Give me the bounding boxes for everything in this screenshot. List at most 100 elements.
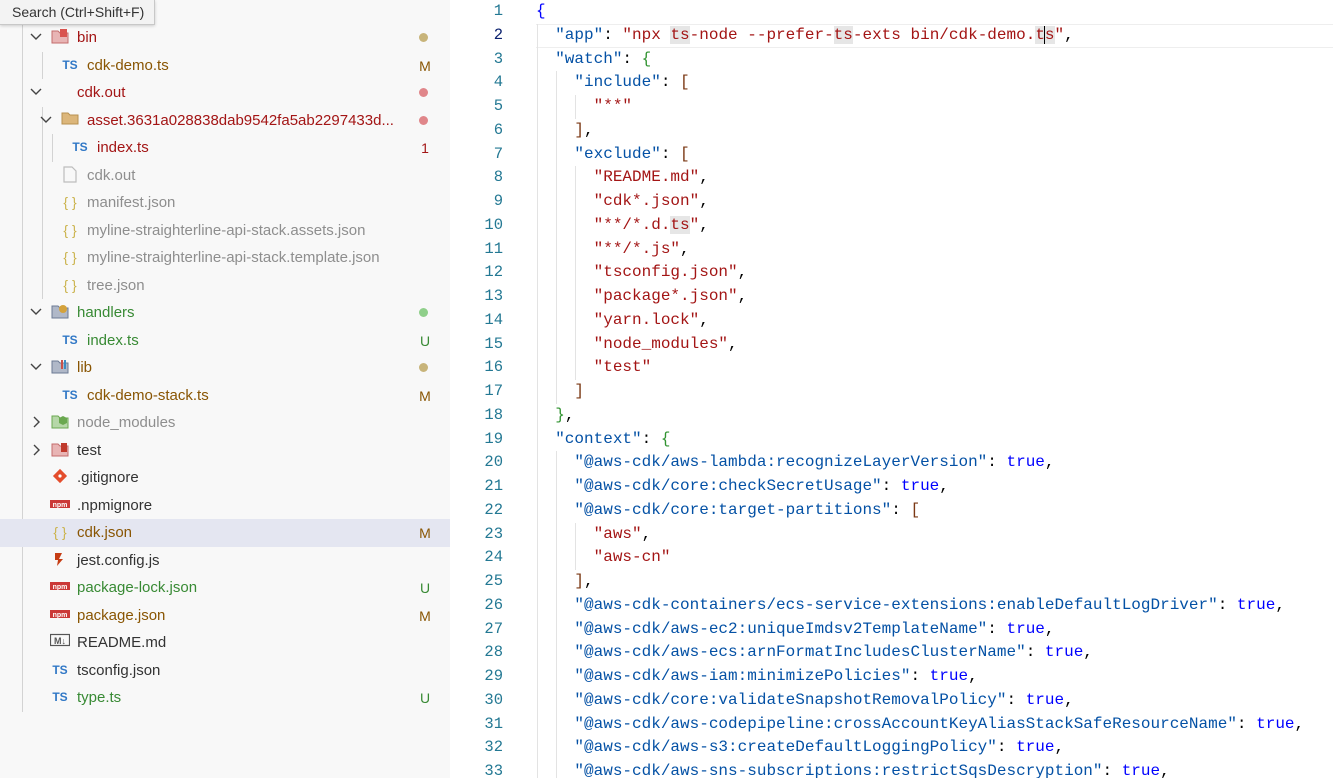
code-line[interactable]: "**/*.js",: [536, 238, 1333, 262]
code-line[interactable]: "@aws-cdk/aws-s3:createDefaultLoggingPol…: [536, 736, 1333, 760]
explorer-file-row[interactable]: TS cdk-demo-stack.ts M: [0, 382, 450, 410]
code-line[interactable]: {: [536, 0, 1333, 24]
code-token: "tsconfig.json": [593, 263, 738, 282]
explorer-folder-row[interactable]: node_modules: [0, 409, 450, 437]
code-token: ,: [1054, 738, 1065, 757]
explorer-folder-row[interactable]: test: [0, 437, 450, 465]
code-line[interactable]: "@aws-cdk/core:checkSecretUsage": true,: [536, 475, 1333, 499]
explorer-file-row[interactable]: TS type.ts U: [0, 684, 450, 712]
code-token: "@aws-cdk/aws-codepipeline:crossAccountK…: [574, 714, 1237, 733]
code-token: "exclude": [574, 144, 661, 163]
code-line[interactable]: "context": {: [536, 428, 1333, 452]
explorer-file-row[interactable]: { } myline-straighterline-api-stack.asset…: [0, 217, 450, 245]
code-line[interactable]: "@aws-cdk/aws-ec2:uniqueImdsv2TemplateNa…: [536, 618, 1333, 642]
code-token: "@aws-cdk-containers/ecs-service-extensi…: [574, 595, 1218, 614]
line-number: 28: [484, 643, 503, 662]
code-line[interactable]: "cdk*.json",: [536, 190, 1333, 214]
code-line[interactable]: "node_modules",: [536, 333, 1333, 357]
json-icon: { }: [63, 249, 77, 265]
explorer-file-row[interactable]: TS tsconfig.json: [0, 657, 450, 685]
code-line[interactable]: "@aws-cdk/aws-codepipeline:crossAccountK…: [536, 713, 1333, 737]
code-line[interactable]: ],: [536, 570, 1333, 594]
code-line[interactable]: "tsconfig.json",: [536, 261, 1333, 285]
code-area[interactable]: { "app": "npx ts-node --prefer-ts-exts b…: [536, 0, 1333, 778]
explorer-item-label: index.ts: [97, 139, 149, 156]
code-token: "cdk*.json": [593, 192, 700, 210]
code-line[interactable]: "**": [536, 95, 1333, 119]
code-token: "aws": [593, 524, 642, 543]
code-token: :: [1102, 762, 1122, 778]
chevron-right-icon[interactable]: [30, 415, 42, 429]
code-line[interactable]: "@aws-cdk/aws-ecs:arnFormatIncludesClust…: [536, 641, 1333, 665]
code-line[interactable]: "aws",: [536, 523, 1333, 547]
explorer-folder-row[interactable]: asset.3631a028838dab9542fa5ab2297433d...: [0, 107, 450, 135]
code-line[interactable]: },: [536, 404, 1333, 428]
code-line[interactable]: "@aws-cdk-containers/ecs-service-extensi…: [536, 594, 1333, 618]
code-line[interactable]: ]: [536, 380, 1333, 404]
code-token: ,: [699, 192, 709, 210]
chevron-down-icon[interactable]: [30, 30, 42, 44]
chevron-down-icon[interactable]: [30, 85, 42, 99]
explorer-item-label: jest.config.js: [77, 551, 160, 569]
line-number: 8: [493, 168, 503, 187]
explorer-file-row[interactable]: TS index.ts U: [0, 327, 450, 355]
explorer-item-label: .gitignore: [77, 469, 139, 486]
code-token: ,: [1275, 595, 1285, 614]
code-line[interactable]: "@aws-cdk/aws-sns-subscriptions:restrict…: [536, 760, 1333, 778]
line-number: 32: [484, 738, 503, 757]
chevron-right-icon[interactable]: [30, 443, 42, 457]
json-icon: { }: [53, 524, 67, 540]
code-token: "yarn.lock": [593, 310, 700, 329]
chevron-down-icon[interactable]: [30, 305, 42, 319]
git-status-badge: M: [419, 387, 431, 404]
explorer-file-row[interactable]: npm package.json M: [0, 602, 450, 630]
explorer-file-row[interactable]: jest.config.js: [0, 547, 450, 575]
explorer-file-row[interactable]: { } myline-straighterline-api-stack.templ…: [0, 244, 450, 272]
explorer-folder-row[interactable]: cdk.out: [0, 79, 450, 107]
explorer-file-row[interactable]: { } tree.json: [0, 272, 450, 300]
code-line[interactable]: "**/*.d.ts",: [536, 214, 1333, 238]
code-line[interactable]: "watch": {: [536, 48, 1333, 72]
json-icon: { }: [63, 221, 77, 238]
json-icon: { }: [63, 276, 77, 293]
explorer-file-row[interactable]: .gitignore: [0, 464, 450, 492]
code-token: "@aws-cdk/aws-ec2:uniqueImdsv2TemplateNa…: [574, 619, 988, 638]
bin-folder-icon: [50, 28, 70, 46]
code-token: ": [1054, 25, 1065, 44]
line-number: 22: [484, 500, 503, 519]
explorer-file-row[interactable]: M↓ README.md: [0, 629, 450, 657]
code-line[interactable]: "README.md",: [536, 166, 1333, 190]
explorer-file-row[interactable]: { } cdk.json M: [0, 519, 450, 547]
code-line[interactable]: "exclude": [: [536, 143, 1333, 167]
code-token: :: [891, 500, 911, 519]
code-editor[interactable]: 1 2 3 4 5 6 7 8 9 10 11 12 13 14 15 16 17 18 19 20 21 22 23 24 2…: [450, 0, 1333, 778]
code-line[interactable]: "@aws-cdk/core:validateSnapshotRemovalPo…: [536, 689, 1333, 713]
explorer-file-row[interactable]: npm package-lock.json U: [0, 574, 450, 602]
explorer-file-row[interactable]: TS cdk-demo.ts M: [0, 52, 450, 80]
code-line[interactable]: "@aws-cdk/aws-iam:minimizePolicies": tru…: [536, 665, 1333, 689]
explorer-folder-row[interactable]: bin: [0, 24, 450, 52]
code-line[interactable]: "aws-cn": [536, 546, 1333, 570]
chevron-down-icon[interactable]: [30, 360, 42, 374]
explorer-file-row[interactable]: cdk.out: [0, 162, 450, 190]
code-token: "@aws-cdk/core:checkSecretUsage": [574, 477, 882, 495]
typescript-icon: TS: [52, 690, 68, 704]
code-token: ,: [737, 287, 748, 305]
explorer-file-row[interactable]: npm .npmignore: [0, 492, 450, 520]
explorer-folder-row[interactable]: handlers: [0, 299, 450, 327]
code-line[interactable]: "test": [536, 356, 1333, 380]
code-token: ,: [1294, 714, 1305, 733]
code-line[interactable]: "yarn.lock",: [536, 309, 1333, 333]
code-line[interactable]: "include": [: [536, 71, 1333, 95]
code-line[interactable]: "package*.json",: [536, 285, 1333, 309]
code-line[interactable]: "@aws-cdk/core:target-partitions": [: [536, 499, 1333, 523]
explorer-file-row[interactable]: { } manifest.json: [0, 189, 450, 217]
explorer-folder-row[interactable]: lib: [0, 354, 450, 382]
code-line[interactable]: "@aws-cdk/aws-lambda:recognizeLayerVersi…: [536, 451, 1333, 475]
code-line[interactable]: ],: [536, 119, 1333, 143]
code-token: ,: [1083, 643, 1093, 662]
chevron-down-icon[interactable]: [40, 113, 52, 127]
code-line[interactable]: "app": "npx ts-node --prefer-ts-exts bin…: [536, 23, 1333, 48]
explorer-file-row[interactable]: TS index.ts 1: [0, 134, 450, 162]
